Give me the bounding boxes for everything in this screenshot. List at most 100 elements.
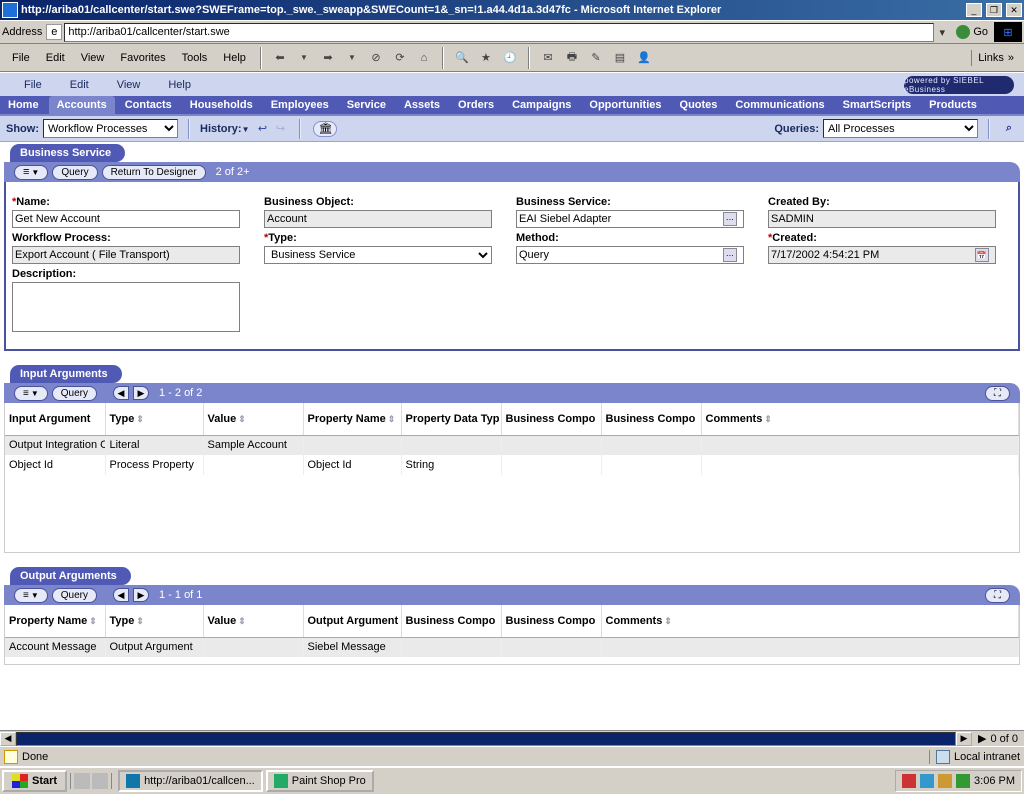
search-icon[interactable]: 🔍 <box>451 47 473 69</box>
quick-launch-icon[interactable] <box>74 773 90 789</box>
find-icon[interactable]: ⌕ <box>1000 122 1018 136</box>
tray-icon[interactable] <box>956 774 970 788</box>
created-calendar-icon[interactable]: 📅 <box>975 248 989 262</box>
col-business-compo-1[interactable]: Business Compo <box>401 605 501 637</box>
oa-next-button[interactable]: ▶ <box>133 588 149 602</box>
bs-query-button[interactable]: Query <box>52 165 97 180</box>
start-button[interactable]: Start <box>2 770 67 792</box>
tray-icon[interactable] <box>920 774 934 788</box>
address-dropdown-icon[interactable]: ▾ <box>934 26 950 39</box>
sort-icon[interactable]: ⇕ <box>664 616 672 626</box>
queries-dropdown[interactable]: All Processes <box>823 119 978 138</box>
edit-icon[interactable]: ✎ <box>585 47 607 69</box>
sort-icon[interactable]: ⇕ <box>238 616 246 626</box>
links-toolbar[interactable]: Links» <box>971 50 1020 66</box>
tab-assets[interactable]: Assets <box>396 96 448 114</box>
siebel-menu-edit[interactable]: Edit <box>56 76 103 94</box>
tab-employees[interactable]: Employees <box>263 96 337 114</box>
refresh-icon[interactable]: ⟳ <box>389 47 411 69</box>
ia-prev-button[interactable]: ◀ <box>113 386 129 400</box>
tray-icon[interactable] <box>902 774 916 788</box>
bs-return-button[interactable]: Return To Designer <box>102 165 206 180</box>
taskbar-task-ie[interactable]: http://ariba01/callcen... <box>118 770 263 792</box>
bsvc-pick-icon[interactable]: ⋯ <box>723 212 737 226</box>
sort-icon[interactable]: ⇕ <box>238 414 246 424</box>
col-input-argument[interactable]: Input Argument <box>5 403 105 435</box>
show-dropdown[interactable]: Workflow Processes <box>43 119 178 138</box>
history-back-icon[interactable]: ↩ <box>253 122 271 136</box>
clock[interactable]: 3:06 PM <box>974 775 1015 787</box>
desc-field[interactable] <box>12 282 240 332</box>
table-row[interactable]: Output Integration O Literal Sample Acco… <box>5 435 1019 455</box>
siebel-menu-file[interactable]: File <box>10 76 56 94</box>
col-property-name[interactable]: Property Name⇕ <box>303 403 401 435</box>
ie-menu-favorites[interactable]: Favorites <box>112 49 173 67</box>
oa-query-button[interactable]: Query <box>52 588 97 603</box>
close-button[interactable]: ✕ <box>1006 3 1022 17</box>
tab-home[interactable]: Home <box>0 96 47 114</box>
col-business-compo-2[interactable]: Business Compo <box>601 403 701 435</box>
col-business-compo-2[interactable]: Business Compo <box>501 605 601 637</box>
ie-menu-file[interactable]: File <box>4 49 38 67</box>
tab-service[interactable]: Service <box>339 96 394 114</box>
favorites-icon[interactable]: ★ <box>475 47 497 69</box>
sitemap-button[interactable]: 🏛 <box>313 121 337 137</box>
ia-menu-button[interactable]: ≡▼ <box>14 386 48 401</box>
oa-prev-button[interactable]: ◀ <box>113 588 129 602</box>
name-field[interactable] <box>12 210 240 228</box>
col-type[interactable]: Type⇕ <box>105 605 203 637</box>
tab-campaigns[interactable]: Campaigns <box>504 96 579 114</box>
col-comments[interactable]: Comments⇕ <box>701 403 1019 435</box>
oa-expand-button[interactable]: ⛶ <box>985 588 1010 603</box>
hscroll-track[interactable] <box>16 732 956 746</box>
col-property-data-type[interactable]: Property Data Typ <box>401 403 501 435</box>
tab-smartscripts[interactable]: SmartScripts <box>835 96 919 114</box>
ie-menu-view[interactable]: View <box>73 49 113 67</box>
history-icon[interactable]: 🕘 <box>499 47 521 69</box>
sort-icon[interactable]: ⇕ <box>764 414 772 424</box>
go-button[interactable]: Go <box>956 25 988 39</box>
maximize-button[interactable]: ❐ <box>986 3 1002 17</box>
tab-contacts[interactable]: Contacts <box>117 96 180 114</box>
bsvc-field[interactable] <box>516 210 744 228</box>
col-property-name[interactable]: Property Name⇕ <box>5 605 105 637</box>
oa-menu-button[interactable]: ≡▼ <box>14 588 48 603</box>
hscroll-left-icon[interactable]: ◀ <box>0 732 16 746</box>
tab-products[interactable]: Products <box>921 96 985 114</box>
ie-menu-help[interactable]: Help <box>215 49 254 67</box>
tab-quotes[interactable]: Quotes <box>672 96 726 114</box>
minimize-button[interactable]: _ <box>966 3 982 17</box>
hscroll-right-icon[interactable]: ▶ <box>956 732 972 746</box>
ia-expand-button[interactable]: ⛶ <box>985 386 1010 401</box>
history-forward-icon[interactable]: ↪ <box>271 122 289 136</box>
method-field[interactable] <box>516 246 744 264</box>
forward-dropdown-icon[interactable]: ▼ <box>341 47 363 69</box>
siebel-menu-view[interactable]: View <box>103 76 155 94</box>
col-value[interactable]: Value⇕ <box>203 403 303 435</box>
ie-menu-edit[interactable]: Edit <box>38 49 73 67</box>
horizontal-scrollbar[interactable]: ◀ ▶ ▶0 of 0 <box>0 730 1024 746</box>
ia-query-button[interactable]: Query <box>52 386 97 401</box>
bs-menu-button[interactable]: ≡▼ <box>14 165 48 180</box>
col-type[interactable]: Type⇕ <box>105 403 203 435</box>
taskbar-task-psp[interactable]: Paint Shop Pro <box>266 770 374 792</box>
tray-icon[interactable] <box>938 774 952 788</box>
sort-icon[interactable]: ⇕ <box>388 414 396 424</box>
back-dropdown-icon[interactable]: ▼ <box>293 47 315 69</box>
ie-menu-tools[interactable]: Tools <box>174 49 216 67</box>
tab-orders[interactable]: Orders <box>450 96 502 114</box>
discuss-icon[interactable]: ▤ <box>609 47 631 69</box>
mail-icon[interactable]: ✉ <box>537 47 559 69</box>
messenger-icon[interactable]: 👤 <box>633 47 655 69</box>
col-comments[interactable]: Comments⇕ <box>601 605 1019 637</box>
type-field[interactable]: Business Service <box>264 246 492 264</box>
sort-icon[interactable]: ⇕ <box>136 414 144 424</box>
print-icon[interactable]: 🖶 <box>561 47 583 69</box>
col-business-compo-1[interactable]: Business Compo <box>501 403 601 435</box>
back-icon[interactable]: ⬅ <box>269 47 291 69</box>
tab-accounts[interactable]: Accounts <box>49 96 115 114</box>
col-value[interactable]: Value⇕ <box>203 605 303 637</box>
siebel-menu-help[interactable]: Help <box>154 76 205 94</box>
col-output-argument[interactable]: Output Argument <box>303 605 401 637</box>
method-pick-icon[interactable]: ⋯ <box>723 248 737 262</box>
